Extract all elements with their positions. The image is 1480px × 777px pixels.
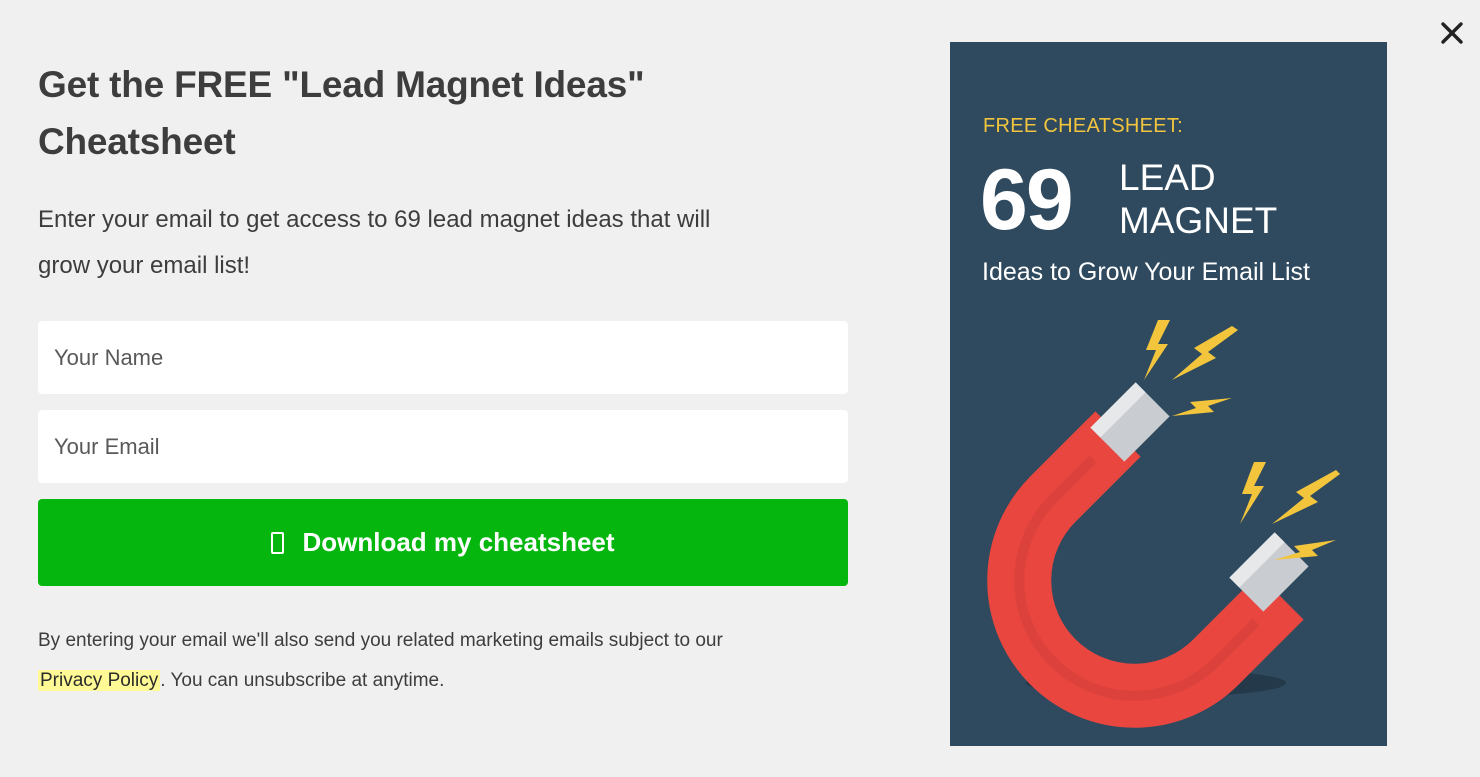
cover-word-magnet: MAGNET: [1119, 200, 1278, 241]
optin-form-panel: Get the FREE "Lead Magnet Ideas" Cheatsh…: [38, 56, 848, 701]
close-button[interactable]: [1437, 18, 1467, 48]
name-input[interactable]: [38, 321, 848, 394]
privacy-disclaimer: By entering your email we'll also send y…: [38, 621, 848, 701]
email-input[interactable]: [38, 410, 848, 483]
popup-subtitle-line2: grow your email list!: [38, 252, 251, 279]
popup-subtitle: Enter your email to get access to 69 lea…: [38, 197, 848, 289]
popup-subtitle-line1: Enter your email to get access to 69 lea…: [38, 206, 711, 233]
close-icon: [1441, 22, 1463, 44]
cover-word-lead: LEAD: [1119, 157, 1216, 198]
privacy-policy-link[interactable]: Privacy Policy: [38, 670, 161, 691]
popup-title: Get the FREE "Lead Magnet Ideas" Cheatsh…: [38, 56, 848, 170]
cheatsheet-cover-image: FREE CHEATSHEET: 69 LEAD MAGNET Ideas to…: [950, 42, 1387, 746]
cover-kicker: FREE CHEATSHEET:: [983, 115, 1184, 137]
download-button-label: Download my cheatsheet: [302, 527, 615, 557]
download-icon: [271, 531, 285, 554]
optin-popup: Get the FREE "Lead Magnet Ideas" Cheatsh…: [0, 0, 1480, 777]
cover-number: 69: [980, 152, 1074, 248]
magnet-icon: [987, 320, 1340, 728]
disclaimer-suffix: . You can unsubscribe at anytime.: [160, 670, 445, 691]
popup-title-line1: Get the FREE "Lead Magnet Ideas": [38, 64, 645, 105]
popup-title-line2: Cheatsheet: [38, 121, 236, 162]
cover-tagline: Ideas to Grow Your Email List: [982, 258, 1310, 286]
disclaimer-text: By entering your email we'll also send y…: [38, 630, 723, 651]
download-button[interactable]: Download my cheatsheet: [38, 499, 848, 586]
